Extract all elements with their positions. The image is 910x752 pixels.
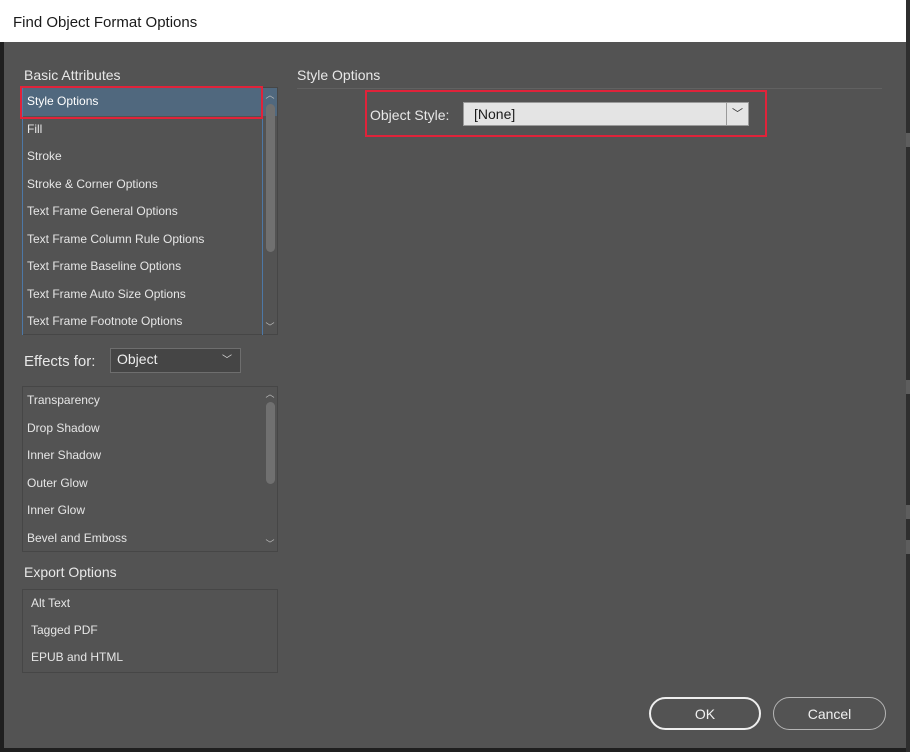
list-item-tagged-pdf[interactable]: Tagged PDF — [23, 617, 277, 644]
list-item-inner-glow[interactable]: Inner Glow — [23, 497, 277, 525]
ok-button[interactable]: OK — [649, 697, 761, 730]
background-app-edge-mark — [906, 505, 910, 519]
list-item-epub-and-html[interactable]: EPUB and HTML — [23, 644, 277, 671]
effects-list[interactable]: Transparency Drop Shadow Inner Shadow Ou… — [22, 386, 278, 552]
section-divider — [297, 88, 882, 89]
scrollbar-thumb[interactable] — [266, 402, 275, 484]
style-options-heading: Style Options — [297, 67, 381, 83]
list-item-fill[interactable]: Fill — [23, 116, 277, 144]
list-item-drop-shadow[interactable]: Drop Shadow — [23, 415, 277, 443]
list-item-stroke[interactable]: Stroke — [23, 143, 277, 171]
cancel-button[interactable]: Cancel — [773, 697, 886, 730]
scroll-down-icon[interactable]: ﹀ — [263, 321, 277, 333]
effects-target-value: Object — [117, 351, 158, 367]
list-item-outer-glow[interactable]: Outer Glow — [23, 470, 277, 498]
scroll-up-icon[interactable]: ︿ — [263, 388, 277, 400]
background-app-edge — [906, 0, 910, 752]
list-item-bevel-and-emboss[interactable]: Bevel and Emboss — [23, 525, 277, 553]
highlight-box-style-options — [20, 86, 263, 119]
scroll-up-icon[interactable]: ︿ — [263, 89, 277, 101]
list-item-inner-shadow[interactable]: Inner Shadow — [23, 442, 277, 470]
basic-attributes-heading: Basic Attributes — [24, 67, 121, 83]
background-app-edge-mark — [906, 540, 910, 554]
list-item-text-frame-auto-size-options[interactable]: Text Frame Auto Size Options — [23, 281, 277, 309]
export-options-heading: Export Options — [24, 564, 117, 580]
scroll-down-icon[interactable]: ﹀ — [263, 538, 277, 550]
background-app-edge-mark — [906, 133, 910, 147]
list-item-text-frame-column-rule-options[interactable]: Text Frame Column Rule Options — [23, 226, 277, 254]
list-item-text-frame-footnote-options[interactable]: Text Frame Footnote Options — [23, 308, 277, 336]
list-item-alt-text[interactable]: Alt Text — [23, 590, 277, 617]
effects-target-dropdown[interactable]: Object ﹀ — [110, 348, 241, 373]
list-item-text-frame-general-options[interactable]: Text Frame General Options — [23, 198, 277, 226]
list-item-transparency[interactable]: Transparency — [23, 387, 277, 415]
background-app-edge-mark — [906, 380, 910, 394]
window-title: Find Object Format Options — [13, 14, 198, 31]
highlight-box-object-style — [365, 90, 767, 137]
list-focus-edge — [22, 87, 23, 335]
scrollbar-thumb[interactable] — [266, 104, 275, 252]
window-title-bar: Find Object Format Options — [0, 0, 906, 42]
list-item-text-frame-baseline-options[interactable]: Text Frame Baseline Options — [23, 253, 277, 281]
basic-attributes-scrollbar[interactable]: ︿ ﹀ — [263, 88, 277, 334]
export-options-list[interactable]: Alt Text Tagged PDF EPUB and HTML — [22, 589, 278, 673]
effects-scrollbar[interactable]: ︿ ﹀ — [263, 387, 277, 551]
effects-for-label: Effects for: — [24, 353, 96, 370]
chevron-down-icon: ﹀ — [222, 355, 232, 366]
list-focus-edge — [262, 87, 263, 335]
list-item-stroke-corner-options[interactable]: Stroke & Corner Options — [23, 171, 277, 199]
basic-attributes-list[interactable]: Style Options Fill Stroke Stroke & Corne… — [22, 87, 278, 335]
